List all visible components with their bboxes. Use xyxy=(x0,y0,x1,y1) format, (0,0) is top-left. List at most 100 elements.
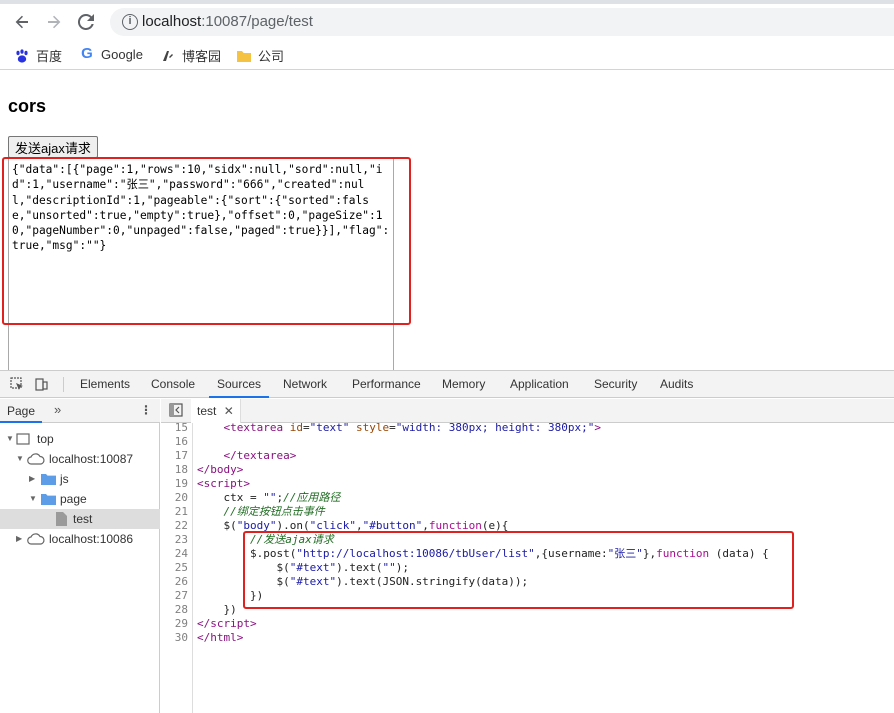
editor-tabbar: test ✕ xyxy=(161,399,894,423)
tree-label: js xyxy=(60,472,69,486)
tree-item-localhost-10087[interactable]: ▼ localhost:10087 xyxy=(0,449,160,469)
tab-network[interactable]: Network xyxy=(283,371,327,398)
tab-memory[interactable]: Memory xyxy=(442,371,485,398)
tab-page[interactable]: Page xyxy=(0,399,42,423)
close-icon[interactable]: ✕ xyxy=(224,404,234,418)
forward-icon[interactable] xyxy=(42,10,66,34)
line-number: 27 xyxy=(174,589,188,602)
code-line-15: <textarea id="text" style="width: 380px;… xyxy=(223,423,602,434)
bookmark-baidu[interactable]: 百度 xyxy=(14,46,62,65)
line-number: 15 xyxy=(174,421,188,434)
expand-arrow-icon: ▼ xyxy=(6,434,14,443)
tab-divider xyxy=(63,377,64,392)
tab-console[interactable]: Console xyxy=(151,371,195,398)
address-bar[interactable]: i localhost:10087/page/test xyxy=(110,8,894,36)
line-number: 25 xyxy=(174,561,188,574)
baidu-paw-icon xyxy=(14,48,30,64)
back-icon[interactable] xyxy=(10,10,34,34)
tab-security[interactable]: Security xyxy=(594,371,637,398)
line-number-gutter: 15 16 17 18 19 20 21 22 23 24 25 26 27 2… xyxy=(161,421,193,713)
line-number: 24 xyxy=(174,547,188,560)
site-info-icon[interactable]: i xyxy=(122,14,138,30)
cnblogs-icon xyxy=(160,48,176,64)
device-toolbar-icon[interactable] xyxy=(35,377,49,391)
code-line-24: $.post("http://localhost:10086/tbUser/li… xyxy=(249,547,769,560)
tree-label: test xyxy=(73,512,93,526)
menu-dots-icon[interactable]: ⋮ xyxy=(140,403,152,417)
code-line-17: </textarea> xyxy=(223,449,297,462)
navigator-header: Page » ⋮ xyxy=(0,399,160,423)
expand-arrow-icon: ▼ xyxy=(29,494,37,503)
tab-application[interactable]: Application xyxy=(510,371,569,398)
code-line-18: </body> xyxy=(197,463,244,476)
bookmark-label: 博客园 xyxy=(182,49,222,64)
bookmark-cnblogs[interactable]: 博客园 xyxy=(160,46,221,65)
tree-item-localhost-10086[interactable]: ▶ localhost:10086 xyxy=(0,529,160,549)
line-number: 18 xyxy=(174,463,188,476)
cloud-icon xyxy=(27,533,45,545)
bookmark-label: 公司 xyxy=(258,49,285,64)
tree-item-test[interactable]: test xyxy=(0,509,160,529)
line-number: 28 xyxy=(174,603,188,616)
folder-icon xyxy=(41,474,56,485)
page-title: cors xyxy=(8,96,47,116)
code-line-26: $("#text").text(JSON.stringify(data)); xyxy=(276,575,529,588)
tab-audits[interactable]: Audits xyxy=(660,371,693,398)
line-number: 20 xyxy=(174,491,188,504)
browser-toolbar: i localhost:10087/page/test xyxy=(0,4,894,38)
toggle-navigator-icon[interactable] xyxy=(169,403,183,422)
code-line-21: //绑定按钮点击事件 xyxy=(223,505,325,518)
inspect-element-icon[interactable] xyxy=(10,377,24,391)
code-line-22: $("body").on("click","#button",function(… xyxy=(223,519,509,532)
line-number: 19 xyxy=(174,477,188,490)
folder-icon xyxy=(41,494,56,505)
response-textarea[interactable]: {"data":[{"page":1,"rows":10,"sidx":null… xyxy=(8,158,394,373)
line-number: 30 xyxy=(174,631,188,644)
devtools-tabbar: Elements Console Sources Network Perform… xyxy=(0,371,894,398)
tree-item-js[interactable]: ▶ js xyxy=(0,469,160,489)
line-number: 21 xyxy=(174,505,188,518)
code-line-29: </script> xyxy=(197,617,257,630)
tree-item-top[interactable]: ▼ top xyxy=(0,429,160,449)
google-g-icon: G xyxy=(81,45,93,62)
expand-arrow-icon: ▼ xyxy=(16,454,24,463)
source-code[interactable]: <textarea id="text" style="width: 380px;… xyxy=(197,423,887,713)
bookmark-company[interactable]: 公司 xyxy=(236,46,284,65)
tab-elements[interactable]: Elements xyxy=(80,371,130,398)
line-number: 17 xyxy=(174,449,188,462)
editor-tab-test[interactable]: test ✕ xyxy=(191,399,241,423)
send-ajax-button[interactable]: 发送ajax请求 xyxy=(8,136,98,158)
code-line-27: }) xyxy=(249,589,264,602)
more-tabs-icon[interactable]: » xyxy=(54,402,61,417)
code-line-19: <script> xyxy=(197,477,250,490)
bookmark-google[interactable]: G Google xyxy=(79,46,143,62)
code-editor: test ✕ 15 16 17 18 19 20 21 22 23 24 25 … xyxy=(161,399,894,713)
code-line-30: </html> xyxy=(197,631,244,644)
line-number: 22 xyxy=(174,519,188,532)
frame-icon xyxy=(16,433,30,445)
bookmark-label: 百度 xyxy=(36,49,63,64)
code-line-23: //发送ajax请求 xyxy=(249,533,334,546)
sources-navigator: Page » ⋮ ▼ top ▼ localhost:10087 ▶ js ▼ … xyxy=(0,399,160,713)
editor-tab-label: test xyxy=(197,404,217,418)
bookmark-label: Google xyxy=(101,46,143,62)
bookmarks-bar: 百度 G Google 博客园 公司 xyxy=(0,40,894,70)
file-icon xyxy=(56,512,67,526)
collapse-arrow-icon: ▶ xyxy=(29,474,36,483)
tree-item-page[interactable]: ▼ page xyxy=(0,489,160,509)
code-line-25: $("#text").text(""); xyxy=(276,561,409,574)
line-number: 23 xyxy=(174,533,188,546)
line-number: 29 xyxy=(174,617,188,630)
line-number: 16 xyxy=(174,435,188,448)
url-text[interactable]: localhost:10087/page/test xyxy=(142,13,313,30)
tree-label: localhost:10087 xyxy=(49,452,134,466)
code-line-20: ctx = "";//应用路径 xyxy=(223,491,341,504)
devtools-panel: Elements Console Sources Network Perform… xyxy=(0,370,894,713)
tree-label: localhost:10086 xyxy=(49,532,134,546)
tree-label: top xyxy=(37,432,54,446)
collapse-arrow-icon: ▶ xyxy=(16,534,23,543)
tab-sources[interactable]: Sources xyxy=(209,371,270,398)
tab-performance[interactable]: Performance xyxy=(352,371,421,398)
reload-icon[interactable] xyxy=(74,10,98,34)
line-number: 26 xyxy=(174,575,188,588)
